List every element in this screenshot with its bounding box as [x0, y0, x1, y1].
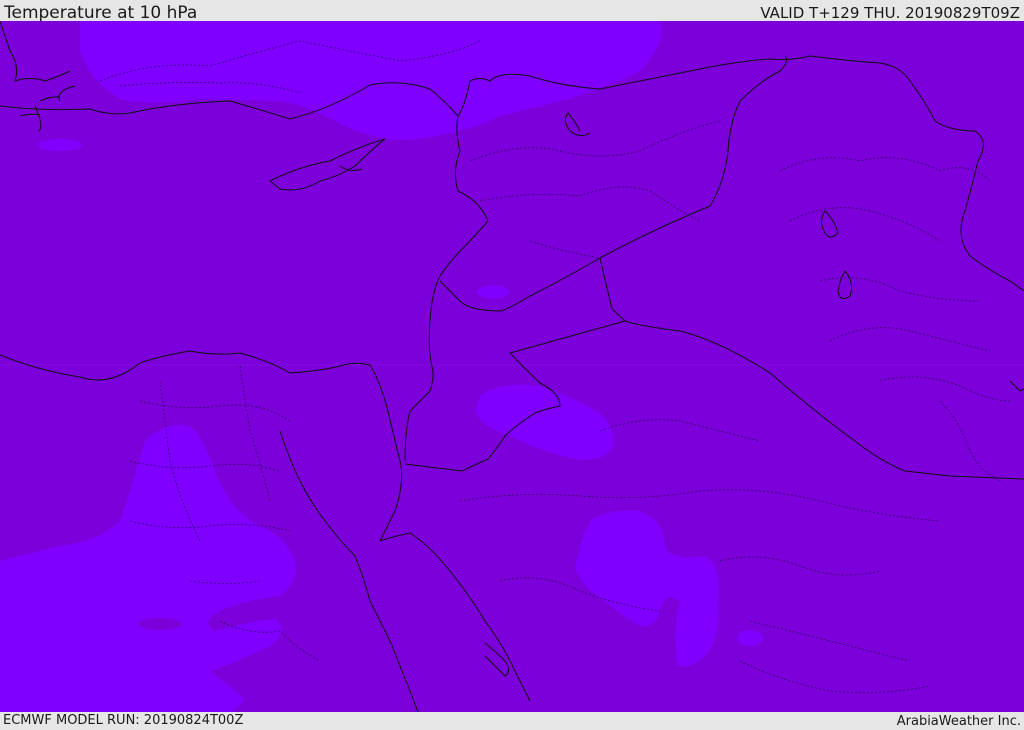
- footer-bar: ECMWF MODEL RUN: 20190824T00Z ArabiaWeat…: [0, 712, 1024, 729]
- credit-label: ArabiaWeather Inc.: [896, 714, 1021, 729]
- model-run-label: ECMWF MODEL RUN: 20190824T00Z: [3, 713, 244, 728]
- chart-title: Temperature at 10 hPa: [4, 3, 198, 23]
- weather-map[interactable]: [0, 21, 1024, 712]
- header-bar: Temperature at 10 hPa VALID T+129 THU. 2…: [0, 0, 1024, 23]
- map-canvas: [0, 21, 1024, 712]
